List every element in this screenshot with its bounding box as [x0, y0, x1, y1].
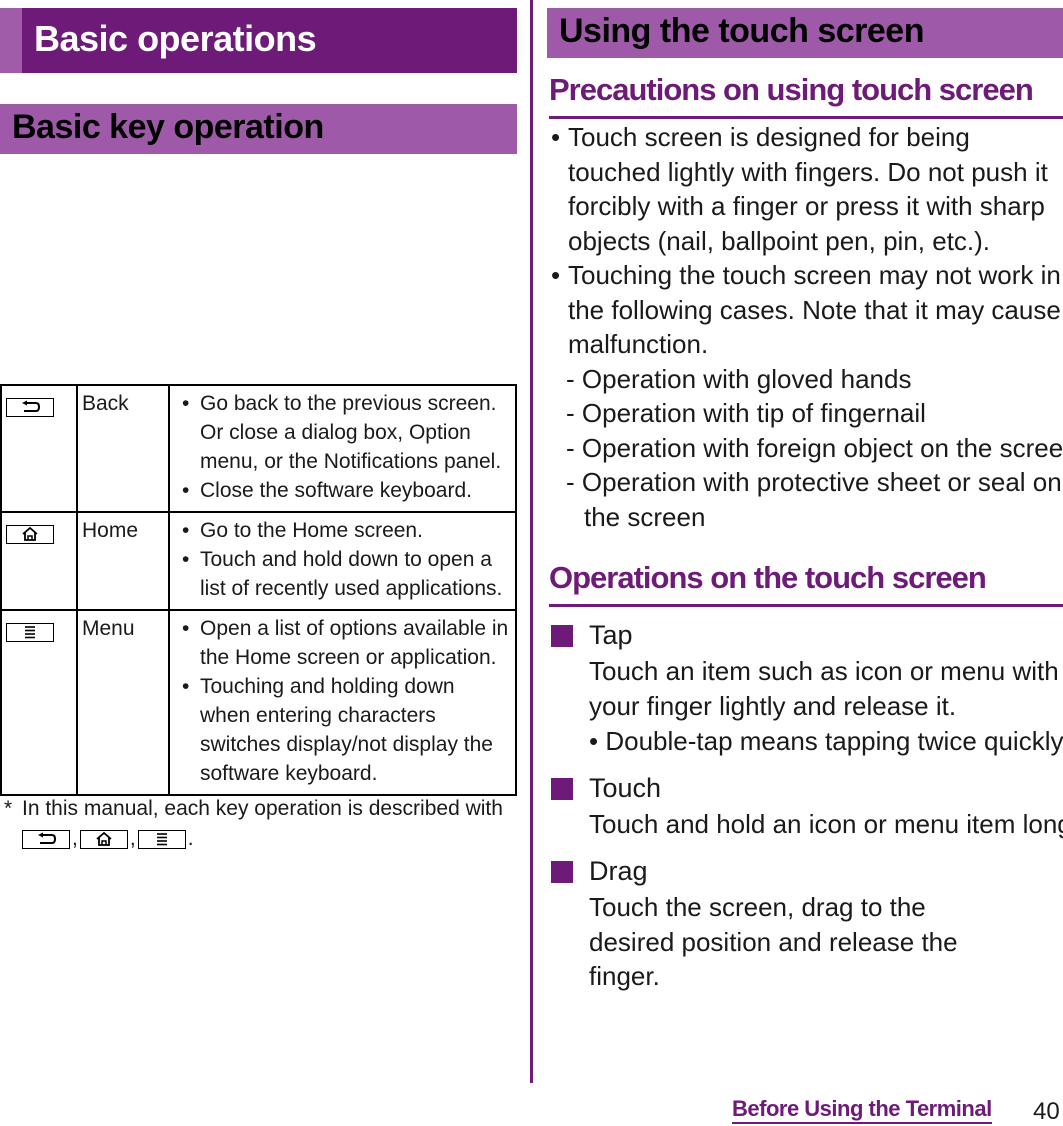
footer-chapter-link[interactable]: Before Using the Terminal: [732, 1096, 992, 1124]
list-item: • Touching and holding down when entering…: [182, 675, 493, 785]
operation-description: Touch and hold an icon or menu item long…: [589, 809, 1063, 839]
sub-list-item: - Operation with protective sheet or sea…: [566, 467, 1062, 497]
operation-note: • Double-tap means tapping twice quickly…: [589, 726, 1063, 756]
column-divider: [530, 0, 533, 1083]
section-bar-using-touch-screen: Using the touch screen: [547, 8, 1063, 58]
list-item: • Close the software keyboard.: [182, 479, 472, 502]
key-name: Back: [76, 384, 170, 513]
home-key-icon: [6, 524, 54, 544]
back-key-icon: [22, 829, 70, 849]
chapter-title-bar: Basic operations: [0, 8, 517, 73]
list-item: • Open a list of options available in the…: [182, 617, 509, 669]
list-item: • Go to the Home screen.: [182, 519, 423, 542]
chapter-title: Basic operations: [34, 18, 317, 59]
precautions-heading: Precautions on using touch screen: [549, 72, 1063, 119]
operation-description: Touch an item such as icon or menu with …: [589, 656, 1059, 721]
key-name: Home: [76, 511, 170, 611]
sub-list-item-continued: the screen: [584, 502, 706, 532]
operation-description: Touch the screen, drag to the desired po…: [589, 892, 958, 991]
square-bullet-icon: [551, 860, 573, 883]
chapter-bar-accent: [0, 8, 22, 73]
square-bullet-icon: [551, 624, 573, 647]
operation-title-drag: Drag: [551, 856, 648, 887]
note-marker: *: [4, 797, 13, 820]
key-operation-table: Back • Go back to the previous screen. Or…: [0, 384, 517, 796]
section-title: Using the touch screen: [559, 12, 924, 50]
list-item: • Touch screen is designed for being tou…: [551, 122, 1048, 256]
sub-list-item: - Operation with gloved hands: [566, 364, 912, 394]
table-row: Home • Go to the Home screen. • Touch and …: [0, 511, 517, 611]
back-key-icon: [6, 397, 54, 417]
note-text: In this manual, each key operation is de…: [22, 797, 503, 820]
sub-list-item: - Operation with foreign object on the s…: [566, 433, 1063, 463]
menu-key-icon: [137, 829, 186, 849]
page-number: 40: [1033, 1098, 1060, 1125]
operation-title-touch: Touch: [551, 773, 661, 804]
section-title: Basic key operation: [12, 108, 324, 146]
list-item: • Go back to the previous screen. Or clos…: [182, 392, 502, 473]
list-item: • Touching the touch screen may not work…: [551, 260, 1061, 359]
square-bullet-icon: [551, 777, 573, 800]
section-bar-basic-key-operation: Basic key operation: [0, 104, 517, 154]
key-name: Menu: [76, 609, 170, 796]
table-row: Menu • Open a list of options available i…: [0, 609, 517, 796]
operations-heading: Operations on the touch screen: [549, 560, 1063, 607]
table-row: Back • Go back to the previous screen. Or…: [0, 384, 517, 513]
sub-list-item: - Operation with tip of fingernail: [566, 398, 926, 428]
home-key-icon: [79, 829, 128, 849]
menu-key-icon: [6, 622, 54, 642]
list-item: • Touch and hold down to open a list of r…: [182, 548, 503, 600]
operation-title-tap: Tap: [551, 620, 633, 651]
